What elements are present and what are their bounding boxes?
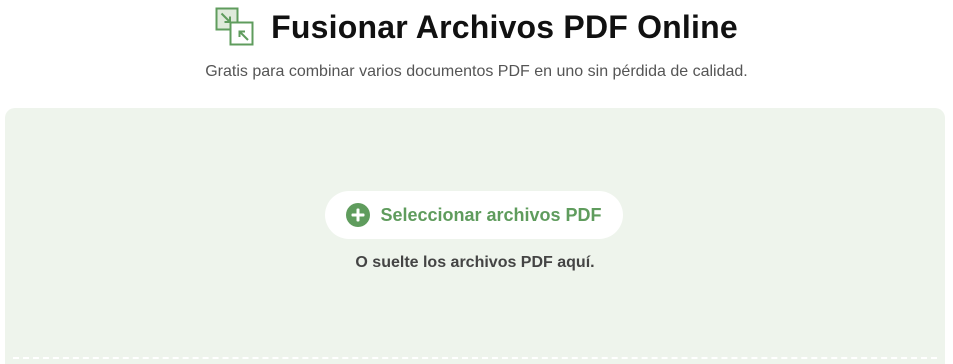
merge-pdf-icon bbox=[215, 7, 254, 46]
header: Fusionar Archivos PDF Online bbox=[0, 4, 953, 50]
dropzone-dashed-border bbox=[13, 357, 937, 359]
plus-circle-icon bbox=[346, 203, 371, 227]
file-dropzone[interactable]: Seleccionar archivos PDF O suelte los ar… bbox=[5, 108, 945, 364]
select-files-label: Seleccionar archivos PDF bbox=[380, 204, 602, 225]
page: Fusionar Archivos PDF Online Gratis para… bbox=[0, 0, 953, 364]
page-title: Fusionar Archivos PDF Online bbox=[271, 8, 738, 45]
page-subtitle: Gratis para combinar varios documentos P… bbox=[205, 63, 748, 80]
header-inner: Fusionar Archivos PDF Online bbox=[215, 7, 738, 47]
select-files-button[interactable]: Seleccionar archivos PDF bbox=[325, 191, 623, 239]
drop-hint: O suelte los archivos PDF aquí. bbox=[355, 254, 595, 271]
